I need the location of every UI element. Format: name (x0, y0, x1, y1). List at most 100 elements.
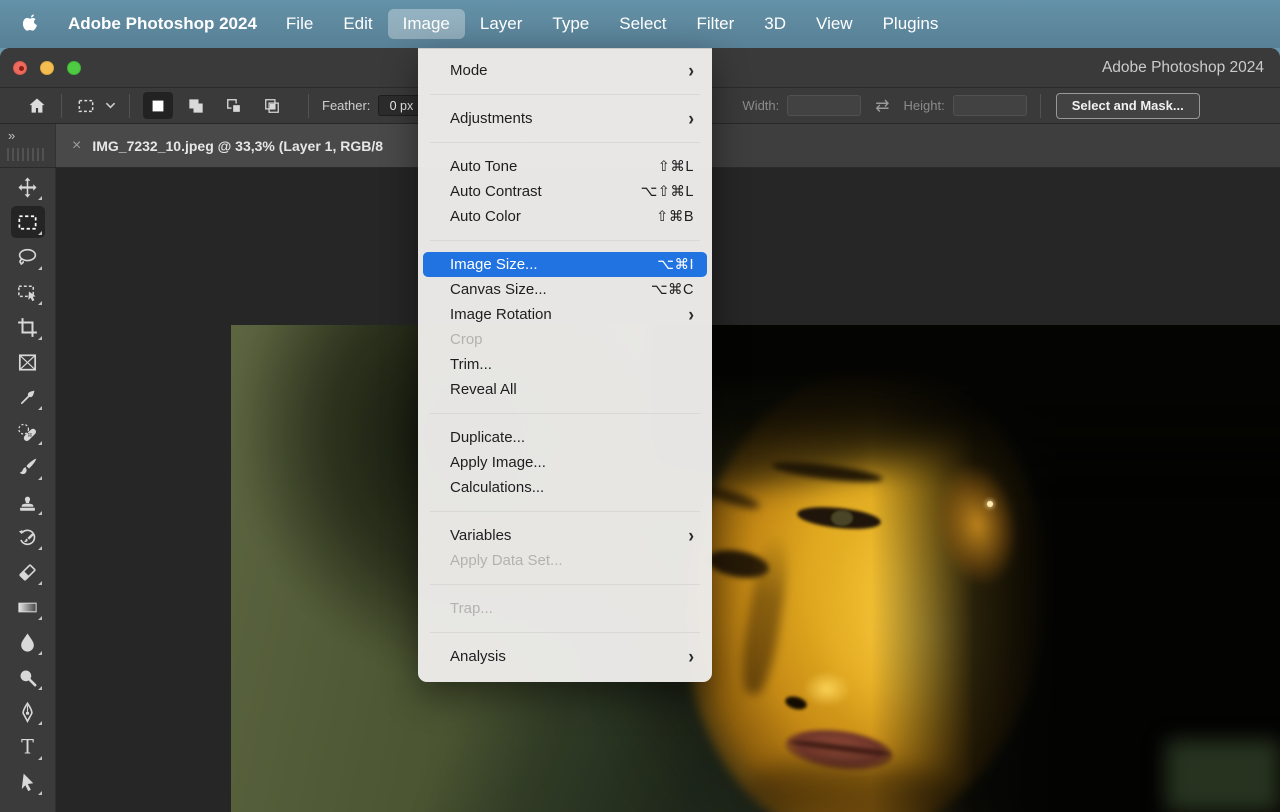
chevron-down-icon[interactable] (105, 101, 116, 110)
photo-highlight (803, 671, 851, 707)
unsaved-dot (19, 66, 24, 71)
width-label: Width: (742, 98, 779, 113)
submenu-arrow-icon: › (688, 647, 694, 667)
menu-item-apply-image[interactable]: Apply Image... (418, 450, 712, 475)
clone-stamp-tool[interactable] (11, 486, 45, 518)
window-title: Adobe Photoshop 2024 (1102, 48, 1264, 88)
menu-item-auto-tone[interactable]: Auto Tone⇧⌘L (418, 154, 712, 179)
menubar-item-select[interactable]: Select (604, 9, 681, 39)
submenu-arrow-icon: › (688, 526, 694, 546)
width-input[interactable] (787, 95, 861, 116)
panel-strip: » (0, 124, 56, 167)
menu-item-crop: Crop (418, 327, 712, 352)
menubar-item-edit[interactable]: Edit (328, 9, 387, 39)
feather-label: Feather: (322, 98, 370, 113)
menu-separator (430, 413, 700, 414)
frame-tool[interactable] (11, 346, 45, 378)
menubar-item-3d[interactable]: 3D (749, 9, 801, 39)
submenu-arrow-icon: › (688, 109, 694, 129)
zoom-button[interactable] (67, 61, 81, 75)
photo-eye (831, 510, 853, 526)
close-button[interactable] (13, 61, 27, 75)
crop-tool[interactable] (11, 311, 45, 343)
menu-item-trim[interactable]: Trim... (418, 352, 712, 377)
document-tab-title: IMG_7232_10.jpeg @ 33,3% (Layer 1, RGB/8 (92, 138, 383, 154)
menubar-item-plugins[interactable]: Plugins (868, 9, 954, 39)
tools-panel: T (0, 168, 56, 812)
move-tool[interactable] (11, 171, 45, 203)
lasso-tool[interactable] (11, 241, 45, 273)
new-selection-icon[interactable] (143, 92, 173, 119)
menubar-item-layer[interactable]: Layer (465, 9, 538, 39)
menu-item-auto-contrast[interactable]: Auto Contrast⌥⇧⌘L (418, 179, 712, 204)
object-selection-tool[interactable] (11, 276, 45, 308)
toolbar-grip[interactable] (7, 148, 47, 161)
menu-item-adjustments[interactable]: Adjustments› (418, 106, 712, 131)
menu-item-variables[interactable]: Variables› (418, 523, 712, 548)
divider (308, 94, 309, 118)
menubar-item-type[interactable]: Type (537, 9, 604, 39)
photo-earring (987, 501, 993, 507)
shortcut: ⇧⌘L (658, 159, 694, 175)
gradient-tool[interactable] (11, 591, 45, 623)
shortcut: ⌥⇧⌘L (641, 184, 694, 200)
menu-item-trap: Trap... (418, 596, 712, 621)
menu-separator (430, 511, 700, 512)
select-and-mask-button[interactable]: Select and Mask... (1056, 93, 1200, 119)
macos-menubar: Adobe Photoshop 2024 File Edit Image Lay… (0, 0, 1280, 48)
menubar-app-name[interactable]: Adobe Photoshop 2024 (68, 14, 257, 34)
image-menu: Mode› Adjustments› Auto Tone⇧⌘L Auto Con… (418, 48, 712, 682)
pen-tool[interactable] (11, 696, 45, 728)
eraser-tool[interactable] (11, 556, 45, 588)
swap-dimensions-icon[interactable]: ⇄ (875, 96, 889, 116)
menu-item-duplicate[interactable]: Duplicate... (418, 425, 712, 450)
collapse-panels-icon[interactable]: » (0, 128, 55, 143)
menubar-item-file[interactable]: File (271, 9, 328, 39)
tool-preset-icon[interactable] (75, 95, 97, 117)
apple-icon[interactable] (22, 13, 41, 35)
menu-item-calculations[interactable]: Calculations... (418, 475, 712, 500)
menu-item-analysis[interactable]: Analysis› (418, 644, 712, 669)
eyedropper-tool[interactable] (11, 381, 45, 413)
menu-separator (430, 142, 700, 143)
menubar-item-view[interactable]: View (801, 9, 868, 39)
menu-item-canvas-size[interactable]: Canvas Size...⌥⌘C (418, 277, 712, 302)
type-tool[interactable]: T (11, 731, 45, 763)
menu-item-image-rotation[interactable]: Image Rotation› (418, 302, 712, 327)
menubar-item-image[interactable]: Image (388, 9, 465, 39)
menu-item-apply-data-set: Apply Data Set... (418, 548, 712, 573)
home-icon[interactable] (26, 95, 48, 117)
blur-tool[interactable] (11, 626, 45, 658)
spot-healing-brush-tool[interactable] (11, 416, 45, 448)
submenu-arrow-icon: › (688, 305, 694, 325)
divider (61, 94, 62, 118)
tab-close-icon[interactable]: × (72, 137, 81, 155)
photo[interactable] (231, 325, 1280, 812)
menubar-item-filter[interactable]: Filter (682, 9, 750, 39)
minimize-button[interactable] (40, 61, 54, 75)
subtract-from-selection-icon[interactable] (219, 92, 249, 119)
brush-tool[interactable] (11, 451, 45, 483)
menu-item-mode[interactable]: Mode› (418, 58, 712, 83)
menu-item-reveal-all[interactable]: Reveal All (418, 377, 712, 402)
screen: Adobe Photoshop 2024 File Edit Image Lay… (0, 0, 1280, 812)
height-label: Height: (904, 98, 945, 113)
menu-separator (430, 240, 700, 241)
path-selection-tool[interactable] (11, 766, 45, 798)
photo-clothing (1166, 740, 1280, 812)
intersect-selection-icon[interactable] (257, 92, 287, 119)
svg-text:T: T (21, 736, 34, 759)
shortcut: ⌥⌘C (651, 282, 694, 298)
shortcut: ⇧⌘B (656, 209, 694, 225)
shortcut: ⌥⌘I (657, 257, 694, 273)
history-brush-tool[interactable] (11, 521, 45, 553)
height-input[interactable] (953, 95, 1027, 116)
submenu-arrow-icon: › (688, 61, 694, 81)
divider (129, 94, 130, 118)
add-to-selection-icon[interactable] (181, 92, 211, 119)
menu-item-auto-color[interactable]: Auto Color⇧⌘B (418, 204, 712, 229)
menu-separator (430, 584, 700, 585)
dodge-tool[interactable] (11, 661, 45, 693)
menu-item-image-size[interactable]: Image Size...⌥⌘I (423, 252, 707, 277)
rectangular-marquee-tool[interactable] (11, 206, 45, 238)
